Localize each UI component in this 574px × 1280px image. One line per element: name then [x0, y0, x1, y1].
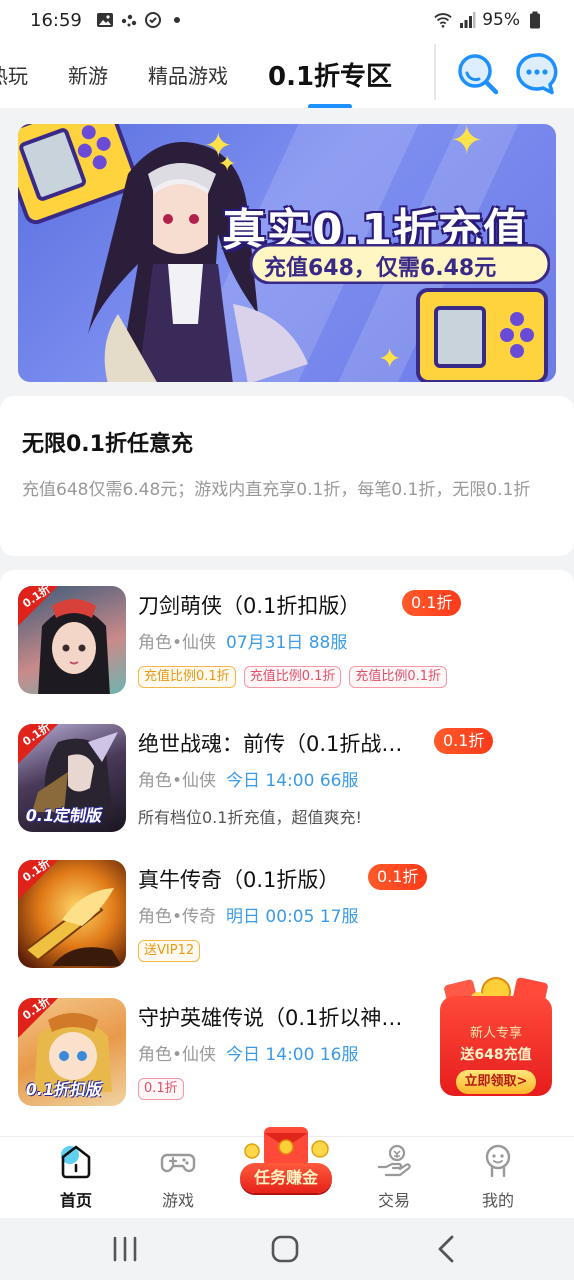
discount-badge: 0.1折 [434, 728, 494, 754]
game-icon: 0.1折 [18, 860, 126, 968]
status-bar: 16:59 95% [0, 0, 574, 40]
back-icon[interactable] [430, 1232, 464, 1266]
bottom-nav: 首页 游戏 任务赚金 交易 我的 [0, 1127, 574, 1218]
nav-profile-label: 我的 [481, 1191, 514, 1210]
game-meta: 角色•仙侠 今日 14:00 66服 [138, 766, 358, 791]
promo-banner[interactable]: ✦ ✦ ✦ ✦ 真实0.1折充值 充值648，仅需6.48元 [18, 124, 556, 382]
nav-profile[interactable]: 我的 [458, 1143, 538, 1215]
status-time: 16:59 [30, 9, 82, 31]
nav-home-label: 首页 [59, 1191, 92, 1210]
game-tags: 送VIP12 [138, 940, 201, 962]
game-category: 角色•仙侠 [138, 633, 217, 653]
nav-trade[interactable]: 交易 [354, 1143, 434, 1215]
signal-icon [460, 12, 476, 28]
category-tabs: 热玩 新游 精品游戏 0.1折专区 [0, 40, 436, 108]
tab-new[interactable]: 新游 [68, 60, 108, 89]
tabs-divider [434, 44, 436, 100]
list-item[interactable]: 0.1折 刀剑萌侠（0.1折扣版） 0.1折 角色•仙侠 07月31日 88服 充… [18, 586, 558, 696]
game-server: 今日 14:00 66服 [226, 771, 359, 791]
game-category: 角色•仙侠 [138, 1045, 217, 1065]
image-icon [96, 13, 113, 27]
game-meta: 角色•传奇 明日 00:05 17服 [138, 902, 358, 927]
discount-badge: 0.1折 [402, 590, 462, 616]
nav-trade-label: 交易 [377, 1191, 410, 1210]
game-meta: 角色•仙侠 07月31日 88服 [138, 628, 347, 653]
game-name: 守护英雄传说（0.1折以神… [138, 1006, 403, 1030]
game-tag: 充值比例0.1折 [349, 666, 448, 688]
search-icon[interactable] [455, 51, 501, 97]
home-icon [61, 1145, 91, 1179]
top-nav: 热玩 新游 精品游戏 0.1折专区 [0, 40, 574, 108]
game-tag: 0.1折 [138, 1078, 184, 1100]
game-server: 明日 00:05 17服 [226, 907, 359, 927]
game-tag: 送VIP12 [138, 940, 201, 962]
dot-icon [173, 17, 180, 23]
game-description: 所有档位0.1折充值，超值爽充! [138, 808, 362, 827]
sparkle-icon: ✦ [218, 152, 237, 177]
promo-claim-button[interactable]: 立即领取> [456, 1070, 536, 1094]
tab-hot[interactable]: 热玩 [0, 60, 28, 89]
sparkle-icon: ✦ [450, 124, 484, 164]
game-category: 角色•传奇 [138, 907, 217, 927]
game-server: 07月31日 88服 [226, 633, 348, 653]
game-name: 绝世战魂：前传（0.1折战… [138, 732, 403, 756]
info-card: 无限0.1折任意充 充值648仅需6.48元；游戏内直充享0.1折，每笔0.1折… [0, 396, 574, 556]
game-name: 真牛传奇（0.1折版） [138, 868, 340, 892]
game-server: 今日 14:00 16服 [226, 1045, 359, 1065]
trade-icon [377, 1144, 411, 1177]
game-category: 角色•仙侠 [138, 771, 217, 791]
discount-badge: 0.1折 [368, 864, 428, 890]
nav-task-earn[interactable]: 任务赚金 [238, 1127, 334, 1207]
recent-apps-icon[interactable] [108, 1232, 142, 1266]
nav-home[interactable]: 首页 [36, 1143, 116, 1215]
home-button-icon[interactable] [268, 1232, 302, 1266]
game-icon: 0.1折 [18, 586, 126, 694]
info-card-title: 无限0.1折任意充 [22, 432, 193, 457]
nav-games-label: 游戏 [161, 1191, 194, 1210]
nav-games[interactable]: 游戏 [138, 1143, 218, 1215]
game-name: 刀剑萌侠（0.1折扣版） [138, 594, 361, 618]
promo-line1: 新人专享 [469, 1026, 522, 1041]
battery-icon [530, 11, 540, 29]
new-user-promo[interactable]: 新人专享 送648充值 立即领取> [430, 966, 560, 1104]
game-icon: 0.1折 0.1折扣版 [18, 998, 126, 1106]
promo-line2: 送648充值 [460, 1047, 532, 1063]
gameboy-illustration [416, 288, 548, 382]
message-icon[interactable] [514, 51, 560, 97]
game-tags: 充值比例0.1折 充值比例0.1折 充值比例0.1折 [138, 666, 448, 688]
icon-banner-label: 0.1定制版 [24, 806, 104, 825]
game-meta: 角色•仙侠 今日 14:00 16服 [138, 1040, 358, 1065]
banner-subline: 充值648，仅需6.48元 [264, 256, 497, 281]
game-icon: 0.1折 0.1定制版 [18, 724, 126, 832]
profile-icon [485, 1144, 511, 1178]
list-item[interactable]: 0.1折 真牛传奇（0.1折版） 0.1折 角色•传奇 明日 00:05 17服 … [18, 860, 558, 970]
shield-icon [144, 12, 161, 28]
nav-task-earn-label: 任务赚金 [240, 1163, 332, 1193]
battery-percentage: 95% [482, 10, 520, 30]
icon-banner-label: 0.1折扣版 [24, 1080, 104, 1099]
tab-discount-zone[interactable]: 0.1折专区 [268, 56, 393, 108]
game-tags: 0.1折 [138, 1078, 184, 1100]
tab-featured[interactable]: 精品游戏 [148, 60, 228, 89]
active-tab-indicator [308, 103, 353, 108]
game-tag: 充值比例0.1折 [243, 666, 342, 688]
system-navigation-bar [0, 1218, 574, 1280]
sparkle-icon: ✦ [378, 342, 402, 375]
wifi-icon [434, 13, 452, 28]
tab-discount-zone-label: 0.1折专区 [268, 61, 393, 92]
game-tag: 充值比例0.1折 [138, 666, 236, 688]
list-item[interactable]: 0.1折 0.1定制版 绝世战魂：前传（0.1折战… 0.1折 角色•仙侠 今日 … [18, 724, 558, 834]
gamepad-icon [160, 1153, 196, 1173]
info-card-description: 充值648仅需6.48元；游戏内直充享0.1折，每笔0.1折，无限0.1折 [22, 480, 531, 500]
dots-icon [121, 14, 137, 27]
